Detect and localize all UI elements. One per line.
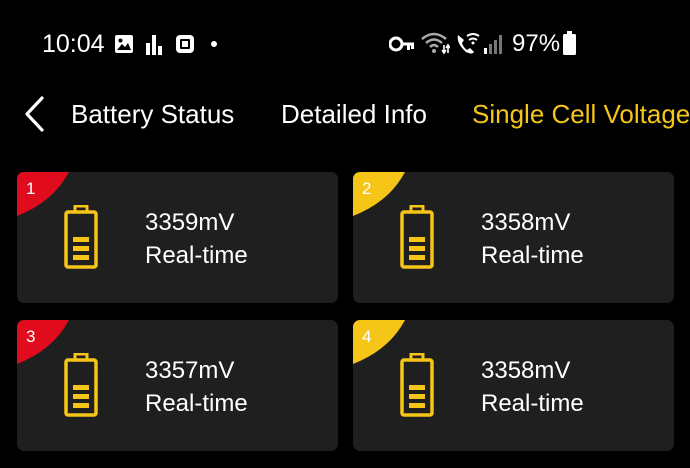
battery-level-icon xyxy=(400,353,434,417)
tab-battery-status[interactable]: Battery Status xyxy=(71,99,234,130)
cell-card-3[interactable]: 3 3357mV Real-time xyxy=(17,320,338,451)
battery-level-icon xyxy=(400,205,434,269)
cell-card-1[interactable]: 1 3359mV Real-time xyxy=(17,172,338,303)
cell-voltage: 3358mV xyxy=(481,209,571,236)
dot-icon xyxy=(211,41,217,47)
battery-level-icon xyxy=(64,353,98,417)
status-time: 10:04 xyxy=(42,30,105,58)
cell-realtime-label: Real-time xyxy=(145,242,248,269)
square-app-icon xyxy=(176,35,194,53)
nav-bar: Battery Status Detailed Info Single Cell… xyxy=(0,88,690,148)
cell-realtime-label: Real-time xyxy=(481,390,584,417)
cell-badge-shape xyxy=(17,320,69,364)
battery-level-icon xyxy=(64,205,98,269)
cell-realtime-label: Real-time xyxy=(481,242,584,269)
cell-number: 2 xyxy=(362,179,372,198)
cell-voltage: 3357mV xyxy=(145,357,235,384)
bar-chart-icon xyxy=(146,35,162,55)
image-icon xyxy=(115,35,133,53)
tab-single-cell-voltage[interactable]: Single Cell Voltage xyxy=(472,99,690,130)
cell-voltage: 3359mV xyxy=(145,209,235,236)
wifi-calling-icon xyxy=(457,33,480,54)
cell-badge-shape xyxy=(17,172,69,216)
cell-number: 1 xyxy=(26,179,36,198)
status-bar: 10:04 97% xyxy=(0,0,690,88)
cell-voltage: 3358mV xyxy=(481,357,571,384)
tab-detailed-info[interactable]: Detailed Info xyxy=(281,99,427,130)
cell-badge-shape xyxy=(353,320,405,364)
chevron-left-icon[interactable] xyxy=(20,94,50,134)
cell-realtime-label: Real-time xyxy=(145,390,248,417)
signal-icon xyxy=(484,35,502,54)
cell-badge-shape xyxy=(353,172,405,216)
cell-card-4[interactable]: 4 3358mV Real-time xyxy=(353,320,674,451)
cell-number: 3 xyxy=(26,327,36,346)
key-icon xyxy=(389,36,414,52)
cell-card-2[interactable]: 2 3358mV Real-time xyxy=(353,172,674,303)
wifi-icon xyxy=(421,32,450,55)
battery-icon xyxy=(563,31,576,55)
battery-percent: 97% xyxy=(512,30,561,57)
cell-number: 4 xyxy=(362,327,372,346)
